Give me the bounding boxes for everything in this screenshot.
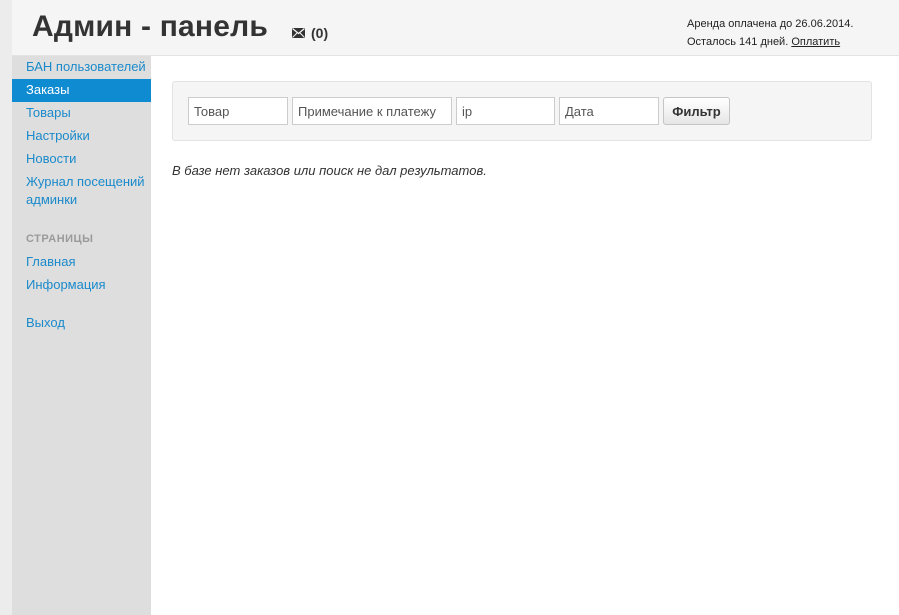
date-filter-input[interactable] [559,97,659,125]
sidebar-item-settings[interactable]: Настройки [12,125,151,148]
sidebar-item-home[interactable]: Главная [12,251,151,274]
ip-filter-input[interactable] [456,97,555,125]
rent-paid-until: Аренда оплачена до 26.06.2014. [687,18,854,30]
messages-count: (0) [311,25,329,41]
header: Админ - панель (0) Аренда оплачена до 26… [12,0,899,56]
rent-days-left-text: Осталось 141 дней. [687,36,789,48]
sidebar-item-logout[interactable]: Выход [12,312,151,335]
filter-row: Фильтр [188,97,730,125]
sidebar: БАН пользователей Заказы Товары Настройк… [12,56,151,615]
product-filter-input[interactable] [188,97,288,125]
rent-days-left: Осталось 141 дней. Оплатить [687,33,853,51]
sidebar-item-products[interactable]: Товары [12,102,151,125]
left-edge-strip [0,0,12,615]
messages-link[interactable]: (0) [292,25,328,41]
sidebar-item-admin-log[interactable]: Журнал посещений админки [12,171,151,212]
sidebar-item-info[interactable]: Информация [12,274,151,297]
empty-results-message: В базе нет заказов или поиск не дал резу… [172,163,487,178]
pay-link[interactable]: Оплатить [791,36,840,48]
sidebar-item-orders[interactable]: Заказы [12,79,151,102]
main-content: Фильтр В базе нет заказов или поиск не д… [172,81,872,178]
rent-info: Аренда оплачена до 26.06.2014. Осталось … [687,15,853,51]
page-title: Админ - панель [32,10,269,43]
payment-note-filter-input[interactable] [292,97,452,125]
sidebar-section-pages: СТРАНИЦЫ [26,233,94,245]
sidebar-item-news[interactable]: Новости [12,148,151,171]
filter-panel: Фильтр [172,81,872,141]
envelope-icon [292,28,305,38]
filter-button[interactable]: Фильтр [663,97,730,125]
sidebar-item-ban-users[interactable]: БАН пользователей [12,56,151,79]
